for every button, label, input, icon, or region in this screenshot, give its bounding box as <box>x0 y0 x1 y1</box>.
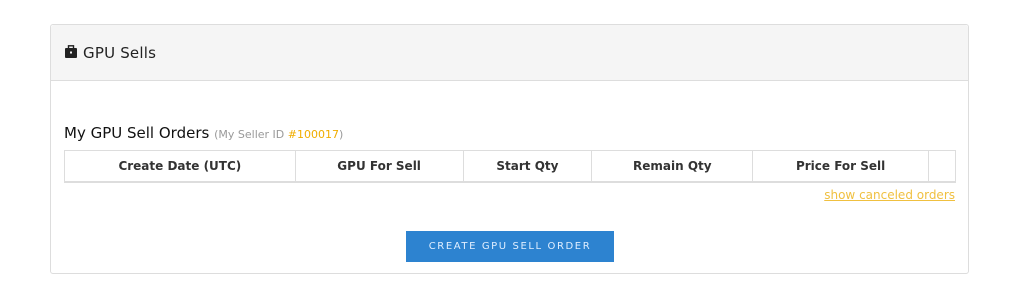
sell-orders-title: My GPU Sell Orders <box>64 124 210 142</box>
briefcase-icon <box>65 45 77 58</box>
sell-orders-heading: My GPU Sell Orders (My Seller ID #100017… <box>64 124 343 142</box>
column-header-remain-qty: Remain Qty <box>591 150 754 183</box>
panel-heading: GPU Sells <box>51 25 968 81</box>
column-header-actions <box>928 150 956 183</box>
column-header-gpu-for-sell: GPU For Sell <box>294 150 464 183</box>
table-header-row: Create Date (UTC) GPU For Sell Start Qty… <box>64 150 956 183</box>
panel-title: GPU Sells <box>83 43 157 62</box>
seller-id-value: #100017 <box>287 128 339 141</box>
seller-id-prefix: (My Seller ID <box>214 128 288 141</box>
seller-id-note: (My Seller ID #100017) <box>214 128 343 141</box>
create-gpu-sell-order-button[interactable]: CREATE GPU SELL ORDER <box>406 231 614 262</box>
column-header-price-for-sell: Price For Sell <box>752 150 929 183</box>
column-header-create-date: Create Date (UTC) <box>64 150 296 183</box>
gpu-sells-panel: GPU Sells My GPU Sell Orders (My Seller … <box>50 24 969 274</box>
show-canceled-orders-link[interactable]: show canceled orders <box>824 188 955 202</box>
column-header-start-qty: Start Qty <box>462 150 593 183</box>
sell-orders-table: Create Date (UTC) GPU For Sell Start Qty… <box>64 150 956 183</box>
seller-id-suffix: ) <box>338 128 344 141</box>
